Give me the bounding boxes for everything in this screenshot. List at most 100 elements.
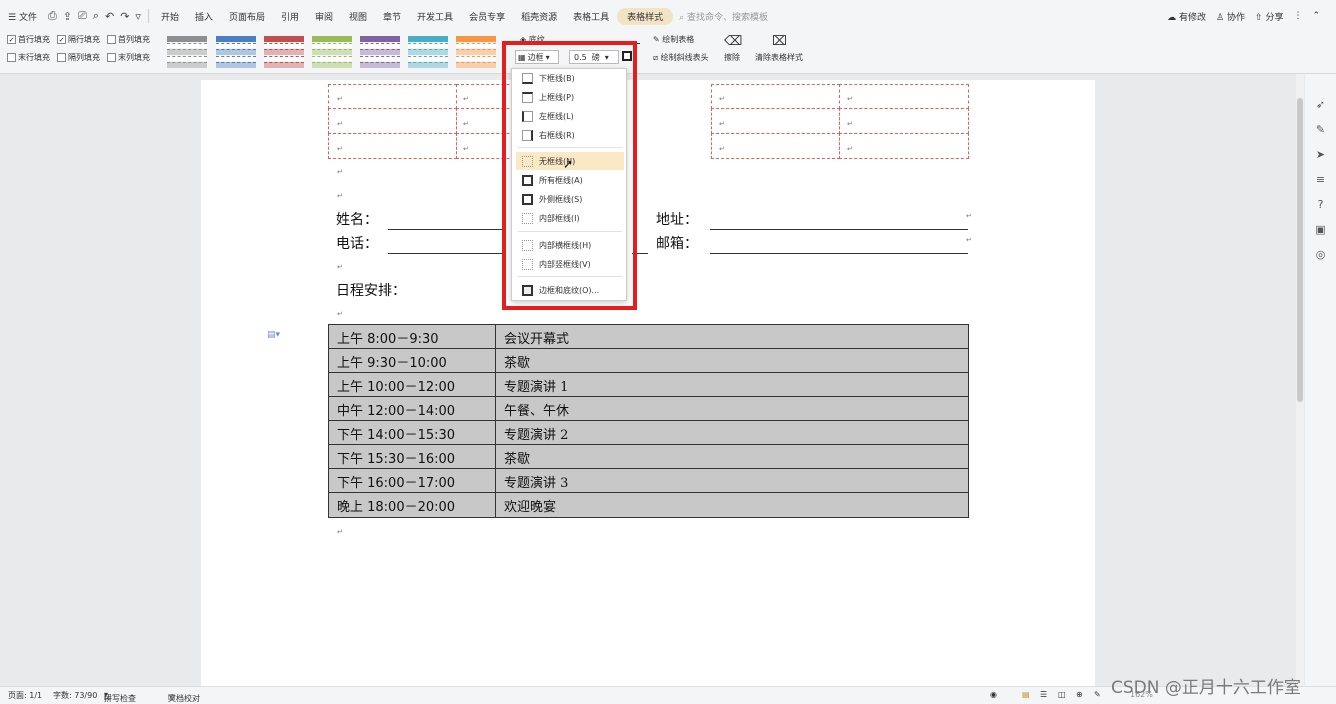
tab-references[interactable]: 引用 [273,10,307,23]
table-cell[interactable] [839,133,969,159]
undo-icon[interactable]: ↶ [105,10,114,23]
time-cell[interactable]: 上午 10:00－12:00 [337,376,455,395]
collab-button[interactable]: ♙ 协作 [1216,10,1245,23]
clear-style-icon[interactable]: ⌧ [772,34,787,49]
draw-diagonal-button[interactable]: ⧄ 绘制斜线表头 [653,52,709,63]
draw-table-button[interactable]: ✎ 绘制表格 [653,34,694,45]
table-cell[interactable] [839,84,969,109]
location-icon[interactable]: ◎ [1314,248,1327,261]
tab-developer[interactable]: 开发工具 [409,10,461,23]
time-cell[interactable]: 下午 15:30－16:00 [337,448,455,467]
table-row[interactable]: 上午 8:00－9:30 会议开幕式 [329,325,968,349]
tab-page-layout[interactable]: 页面布局 [221,10,273,23]
table-cell[interactable] [328,108,457,134]
address-underline[interactable] [710,229,968,230]
time-cell[interactable]: 上午 8:00－9:30 [337,328,439,347]
event-cell[interactable]: 会议开幕式 [504,328,569,347]
page-view-icon[interactable]: ▤ [1022,690,1030,699]
table-cell[interactable] [711,108,840,134]
email-underline[interactable] [710,253,968,254]
tab-home[interactable]: 开始 [153,10,187,23]
cursor-icon[interactable]: ➤ [1314,148,1327,161]
outline-view-icon[interactable]: ☰ [1040,690,1047,699]
table-row[interactable]: 上午 10:00－12:00 专题演讲 1 [329,373,968,397]
table-style-swatch[interactable] [407,35,449,69]
eraser-icon[interactable]: ⌫ [724,34,742,49]
table-cell[interactable] [711,84,840,109]
time-cell[interactable]: 中午 12:00－14:00 [337,400,455,419]
preview-icon[interactable]: ⌕ [93,9,99,23]
table-row[interactable]: 中午 12:00－14:00 午餐、午休 [329,397,968,421]
table-cell[interactable] [328,133,457,159]
event-cell[interactable]: 专题演讲 1 [504,376,568,395]
pen-icon[interactable]: ✎ [1314,123,1327,136]
more-icon[interactable]: ⋮ [1293,11,1302,21]
total-row-checkbox[interactable]: 末行填充 [7,52,50,63]
word-count[interactable]: 字数: 73/90 [53,690,97,701]
tab-table-style[interactable]: 表格样式 [617,7,674,25]
table-row[interactable]: 上午 9:30－10:00 茶歇 [329,349,968,373]
scrollbar-thumb[interactable] [1297,98,1303,402]
export-icon[interactable]: ⇪ [63,10,72,23]
event-cell[interactable]: 茶歇 [504,448,530,467]
paragraph-handle-icon[interactable]: ▤▾ [267,330,280,340]
web-view-icon[interactable]: ⊕ [1076,690,1083,699]
table-style-swatch[interactable] [166,35,208,69]
last-column-checkbox[interactable]: 末列填充 [107,52,150,63]
table-cell[interactable] [839,108,969,134]
table-row[interactable]: 下午 14:00－15:30 专题演讲 2 [329,421,968,445]
reading-view-icon[interactable]: ◫ [1058,690,1066,699]
banded-columns-checkbox[interactable]: 隔列填充 [57,52,100,63]
tab-review[interactable]: 审阅 [307,10,341,23]
customize-chevron-icon[interactable]: ▿ [135,10,141,23]
erase-button[interactable]: 擦除 [724,52,740,63]
clear-table-style-button[interactable]: 清除表格样式 [755,52,803,63]
table-style-swatch[interactable] [455,35,497,69]
event-cell[interactable]: 专题演讲 2 [504,424,568,443]
tab-docer[interactable]: 稻壳资源 [513,10,565,23]
table-cell[interactable] [711,133,840,159]
banded-rows-checkbox[interactable]: ✓ 隔行填充 [57,34,100,45]
image-icon[interactable]: ▣ [1314,223,1327,236]
table-row[interactable]: 晚上 18:00－20:00 欢迎晚宴 [329,493,968,517]
tab-view[interactable]: 视图 [341,10,375,23]
help-icon[interactable]: ? [1314,198,1327,211]
table-row[interactable]: 下午 15:30－16:00 茶歇 [329,445,968,469]
table-style-swatch[interactable] [215,35,257,69]
tab-section[interactable]: 章节 [375,10,409,23]
spellcheck-button[interactable]: ☑ 拼写检查 ▾ [104,690,136,703]
collapse-icon[interactable]: ⌃ [1312,11,1320,21]
time-cell[interactable]: 上午 9:30－10:00 [337,352,447,371]
table-style-swatch[interactable] [311,35,353,69]
header-row-checkbox[interactable]: ✓ 首行填充 [7,34,50,45]
first-column-checkbox[interactable]: 首列填充 [107,34,150,45]
table-style-swatch[interactable] [359,35,401,69]
rocket-icon[interactable]: ➶ [1314,98,1327,111]
table-row[interactable]: 下午 16:00－17:00 专题演讲 3 [329,469,968,493]
sliders-icon[interactable]: ≡ [1314,173,1327,186]
tab-table-tools[interactable]: 表格工具 [565,10,617,23]
redo-icon[interactable]: ↷ [120,10,129,23]
event-cell[interactable]: 茶歇 [504,352,530,371]
modified-button[interactable]: ☁ 有修改 [1167,10,1206,23]
time-cell[interactable]: 下午 14:00－15:30 [337,424,455,443]
time-cell[interactable]: 下午 16:00－17:00 [337,472,455,491]
name-underline[interactable] [388,229,504,230]
event-cell[interactable]: 专题演讲 3 [504,472,568,491]
time-cell[interactable]: 晚上 18:00－20:00 [337,496,455,515]
write-icon[interactable]: ✎ [1094,690,1101,699]
phone-underline[interactable] [388,253,504,254]
command-search[interactable]: ⌕ 查找命令、搜索模板 [679,10,768,23]
table-cell[interactable] [328,84,457,109]
schedule-table[interactable]: 上午 8:00－9:30 会议开幕式 上午 9:30－10:00 茶歇 上午 10:… [328,324,969,518]
print-icon[interactable]: ⎚ [78,9,87,23]
share-button[interactable]: ⇧ 分享 [1255,10,1283,23]
event-cell[interactable]: 欢迎晚宴 [504,496,556,515]
tab-member[interactable]: 会员专享 [461,10,513,23]
save-icon[interactable]: ⎙ [48,9,57,23]
event-cell[interactable]: 午餐、午休 [504,400,569,419]
file-menu[interactable]: ☰ 文件 [0,10,45,23]
tab-insert[interactable]: 插入 [187,10,221,23]
eye-icon[interactable]: ◉ [990,690,997,699]
table-style-swatch[interactable] [263,35,305,69]
